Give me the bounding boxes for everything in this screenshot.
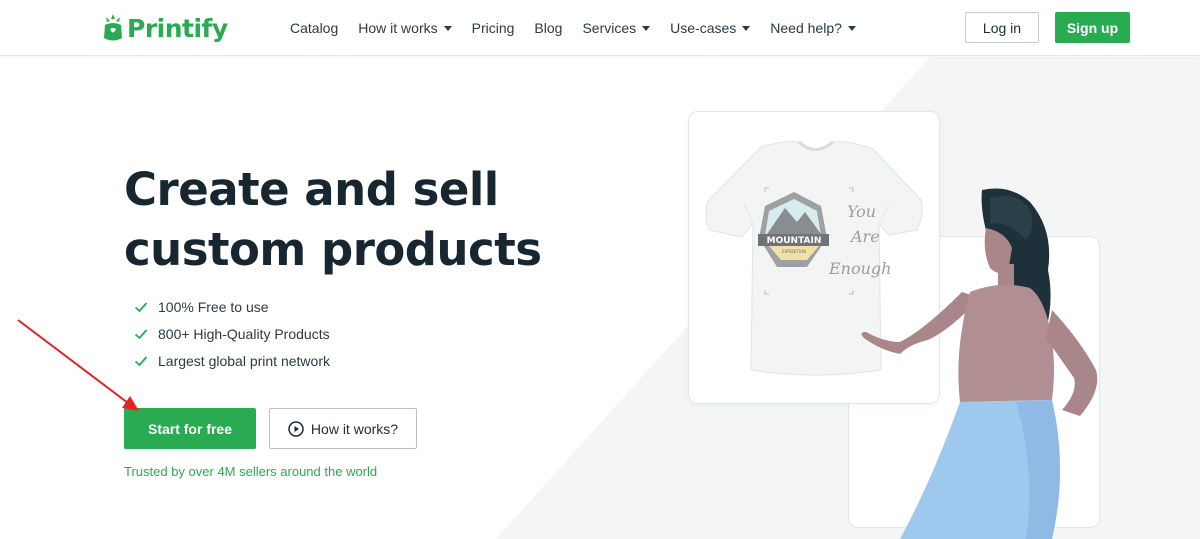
nav-item-how-it-works[interactable]: How it works xyxy=(358,20,452,36)
check-icon xyxy=(134,328,148,339)
feature-item: 800+ High-Quality Products xyxy=(134,320,330,347)
printify-logo-icon xyxy=(104,14,122,41)
brand-name: Printify xyxy=(127,13,228,43)
nav-item-services[interactable]: Services xyxy=(582,20,651,36)
feature-list: 100% Free to use 800+ High-Quality Produ… xyxy=(134,293,330,374)
printify-logo[interactable]: Printify xyxy=(102,12,228,44)
feature-item: 100% Free to use xyxy=(134,293,330,320)
chevron-down-icon xyxy=(847,26,856,31)
nav-item-label: Blog xyxy=(534,20,563,36)
woman-pointing-illustration xyxy=(861,188,1098,539)
feature-text: 800+ High-Quality Products xyxy=(158,325,330,342)
nav-item-label: How it works xyxy=(358,20,438,36)
nav-item-label: Services xyxy=(582,20,637,36)
login-button[interactable]: Log in xyxy=(965,12,1039,43)
chevron-down-icon xyxy=(742,26,751,31)
nav-item-label: Catalog xyxy=(290,20,339,36)
nav-item-label: Pricing xyxy=(471,20,515,36)
feature-text: 100% Free to use xyxy=(158,298,269,315)
how-it-works-button[interactable]: How it works? xyxy=(269,408,417,449)
nav-item-need-help[interactable]: Need help? xyxy=(770,20,856,36)
check-icon xyxy=(134,301,148,312)
badge-subtext: EXPEDITION xyxy=(782,249,806,254)
play-circle-icon xyxy=(288,420,304,437)
main-nav: Catalog How it works Pricing Blog Servic… xyxy=(290,0,876,56)
nav-item-catalog[interactable]: Catalog xyxy=(290,20,338,36)
feature-item: Largest global print network xyxy=(134,347,330,374)
top-navigation-bar: Printify Catalog How it works Pricing Bl… xyxy=(0,0,1200,56)
trusted-text: Trusted by over 4M sellers around the wo… xyxy=(124,464,378,479)
hero-title-line: custom products xyxy=(124,223,542,276)
how-it-works-label: How it works? xyxy=(310,420,399,437)
nav-item-label: Need help? xyxy=(770,20,842,36)
start-for-free-button[interactable]: Start for free xyxy=(124,408,256,449)
check-icon xyxy=(134,355,148,366)
nav-item-pricing[interactable]: Pricing xyxy=(472,20,515,36)
chevron-down-icon xyxy=(443,26,452,31)
chevron-down-icon xyxy=(642,26,651,31)
signup-button[interactable]: Sign up xyxy=(1055,12,1130,43)
nav-item-use-cases[interactable]: Use-cases xyxy=(670,20,751,36)
hero-title-line: Create and sell xyxy=(124,163,499,216)
hero-title: Create and sell custom products xyxy=(124,160,544,280)
nav-item-label: Use-cases xyxy=(670,20,737,36)
nav-item-blog[interactable]: Blog xyxy=(534,20,562,36)
badge-text: MOUNTAIN xyxy=(767,236,822,246)
feature-text: Largest global print network xyxy=(158,352,330,369)
